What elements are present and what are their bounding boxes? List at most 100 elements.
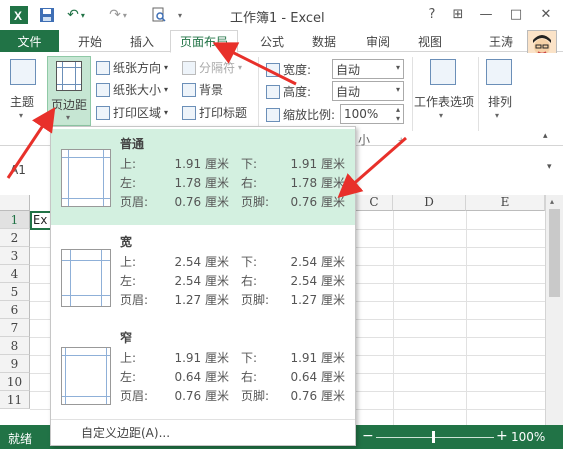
bottom-value: 1.91 厘米 (290, 157, 345, 171)
tab-home[interactable]: 开始 (66, 30, 114, 52)
header-value: 0.76 厘米 (174, 195, 229, 209)
row-header[interactable]: 3 (0, 247, 30, 265)
arrange-button[interactable]: 排列 (488, 93, 512, 110)
customize-qa-icon[interactable]: ▾ (174, 5, 186, 25)
row-header[interactable]: 8 (0, 337, 30, 355)
themes-dropdown-icon[interactable]: ▾ (19, 111, 23, 120)
row-header[interactable]: 4 (0, 265, 30, 283)
themes-button[interactable]: 主题 (10, 93, 34, 110)
bottom-value: 1.91 厘米 (290, 351, 345, 365)
collapse-ribbon-icon[interactable]: ▴ (543, 131, 548, 141)
margins-button[interactable]: 页边距 ▾ (47, 56, 91, 126)
save-icon[interactable] (36, 5, 58, 25)
margins-option-narrow[interactable]: 窄 上: 1.91 厘米 下: 1.91 厘米 左: 0.64 厘米 右: 0.… (51, 323, 355, 419)
width-label-text: 宽度: (283, 63, 312, 77)
size-icon (96, 82, 110, 97)
header-label: 页眉: (120, 389, 149, 403)
scale-spinner[interactable]: 100% ▴ ▾ (340, 104, 404, 124)
background-label: 背景 (199, 83, 224, 97)
arrange-dropdown-icon[interactable]: ▾ (495, 111, 499, 120)
select-all-button[interactable] (0, 195, 30, 211)
excel-logo-icon: X (8, 5, 30, 25)
tab-view[interactable]: 视图 (406, 30, 454, 52)
page-setup-launcher-icon[interactable]: ⌟ (398, 133, 402, 143)
themes-icon[interactable] (10, 59, 36, 85)
orientation-icon (96, 60, 110, 75)
zoom-slider[interactable] (376, 437, 494, 438)
row-header[interactable]: 11 (0, 391, 30, 409)
grid-line (466, 211, 467, 425)
background-icon (182, 82, 196, 97)
print-titles-icon (182, 105, 196, 120)
footer-value: 0.76 厘米 (290, 195, 345, 209)
column-header[interactable]: E (466, 195, 545, 211)
row-header[interactable]: 10 (0, 373, 30, 391)
orientation-button[interactable]: 纸张方向 ▾ (96, 59, 168, 76)
zoom-out-button[interactable]: − (362, 428, 374, 444)
height-label: 高度: (266, 83, 311, 100)
bottom-label: 下: (241, 351, 258, 365)
sheet-options-dropdown-icon[interactable]: ▾ (439, 111, 443, 120)
column-header[interactable]: C (356, 195, 393, 211)
width-value: 自动 (336, 62, 361, 77)
left-value: 0.64 厘米 (174, 370, 229, 384)
row-header[interactable]: 5 (0, 283, 30, 301)
right-label: 右: (241, 176, 258, 190)
row-header[interactable]: 7 (0, 319, 30, 337)
ribbon-tabs: 文件 开始 插入 页面布局 公式 数据 审阅 视图 王涛 (0, 30, 563, 53)
row-header[interactable]: 9 (0, 355, 30, 373)
close-button[interactable]: ✕ (533, 4, 559, 24)
minimize-button[interactable]: — (473, 4, 499, 24)
breaks-button[interactable]: 分隔符 ▾ (182, 59, 242, 76)
restore-button[interactable]: □ (503, 4, 529, 24)
custom-margins-button[interactable]: 自定义边距(A)... (81, 424, 170, 441)
tab-insert[interactable]: 插入 (118, 30, 166, 52)
column-header[interactable]: D (393, 195, 466, 211)
margins-option-normal[interactable]: 普通 上: 1.91 厘米 下: 1.91 厘米 左: 1.78 厘米 右: 1… (51, 129, 355, 225)
height-select[interactable]: 自动 ▾ (332, 81, 404, 101)
redo-icon[interactable]: ↷ ▾ (106, 5, 130, 25)
background-button[interactable]: 背景 (182, 81, 223, 98)
row-header[interactable]: 1 (0, 211, 30, 229)
print-preview-icon[interactable] (148, 5, 170, 25)
height-value: 自动 (336, 84, 361, 99)
expand-formula-bar-icon[interactable]: ▾ (547, 162, 552, 172)
svg-text:X: X (14, 9, 22, 23)
tab-page-layout[interactable]: 页面布局 (170, 30, 238, 53)
left-value: 1.78 厘米 (174, 176, 229, 190)
height-label-text: 高度: (283, 85, 312, 99)
right-value: 2.54 厘米 (290, 274, 345, 288)
left-label: 左: (120, 370, 137, 384)
tab-data[interactable]: 数据 (300, 30, 348, 52)
ribbon-display-button[interactable]: ⊞ (445, 4, 471, 24)
bottom-label: 下: (241, 255, 258, 269)
undo-glyph: ↶ (67, 7, 79, 23)
tab-file[interactable]: 文件 (0, 30, 59, 52)
sheet-options-button[interactable]: 工作表选项 (414, 93, 474, 110)
undo-icon[interactable]: ↶ ▾ (64, 5, 88, 25)
zoom-slider-thumb[interactable] (432, 431, 435, 443)
vertical-scrollbar[interactable]: ▴ (545, 195, 563, 425)
width-select[interactable]: 自动 ▾ (332, 59, 404, 79)
margins-option-wide[interactable]: 宽 上: 2.54 厘米 下: 2.54 厘米 左: 2.54 厘米 右: 2.… (51, 227, 355, 323)
print-area-icon (96, 105, 110, 120)
sheet-options-icon[interactable] (430, 59, 456, 85)
tab-review[interactable]: 审阅 (354, 30, 402, 52)
help-button[interactable]: ? (419, 4, 445, 24)
print-area-button[interactable]: 打印区域 ▾ (96, 104, 168, 121)
size-button[interactable]: 纸张大小 ▾ (96, 81, 168, 98)
user-name[interactable]: 王涛 (489, 33, 513, 50)
row-header[interactable]: 6 (0, 301, 30, 319)
left-label: 左: (120, 176, 137, 190)
name-box[interactable]: A1 (4, 160, 50, 180)
scale-label: 缩放比例: (266, 106, 335, 123)
tab-formulas[interactable]: 公式 (248, 30, 296, 52)
scroll-up-icon[interactable]: ▴ (550, 197, 554, 206)
zoom-level[interactable]: 100% (511, 430, 545, 444)
breaks-icon (182, 60, 196, 75)
scrollbar-thumb[interactable] (549, 209, 560, 297)
print-titles-button[interactable]: 打印标题 (182, 104, 247, 121)
zoom-in-button[interactable]: + (496, 428, 508, 444)
row-header[interactable]: 2 (0, 229, 30, 247)
arrange-icon[interactable] (486, 59, 512, 85)
